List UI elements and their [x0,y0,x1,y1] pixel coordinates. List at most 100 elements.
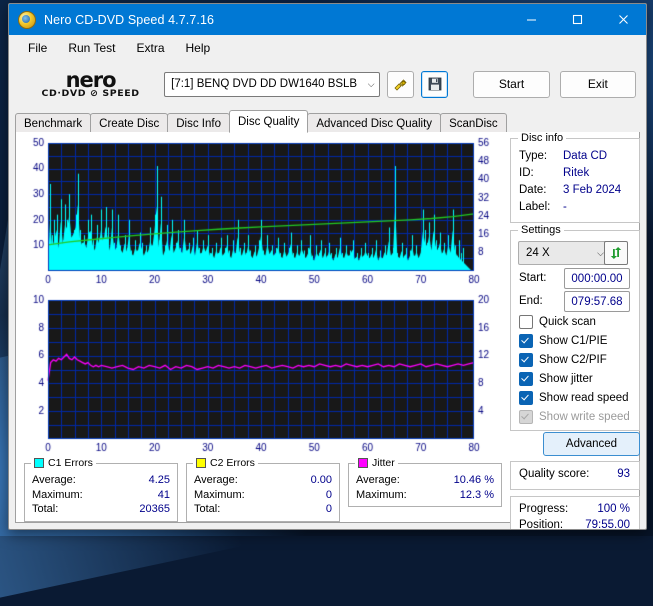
c1-errors-stats-box: C1 Errors Average: 4.25 Maximum: 41 Tota… [24,457,178,522]
tab-disc-info[interactable]: Disc Info [167,113,230,133]
speed-select-combobox[interactable]: 24 X ⌵ [518,241,609,265]
c2-average-label: Average: [194,474,238,486]
disc-id-label: ID: [519,167,534,179]
disc-quality-panel: C1 Errors Average: 4.25 Maximum: 41 Tota… [15,132,640,529]
menu-run-test[interactable]: Run Test [59,38,124,58]
tab-advanced-disc-quality[interactable]: Advanced Disc Quality [307,113,442,133]
tab-create-disc[interactable]: Create Disc [90,113,169,133]
menu-extra[interactable]: Extra [127,38,173,58]
show-write-speed-checkbox [519,410,533,424]
menu-file[interactable]: File [19,38,56,58]
c1-average-label: Average: [32,474,76,486]
title-bar: Nero CD-DVD Speed 4.7.7.16 [9,4,646,35]
tab-strip: Benchmark Create Disc Disc Info Disc Qua… [15,110,640,134]
c2-errors-title: C2 Errors [210,457,255,469]
c1-errors-title: C1 Errors [48,457,93,469]
disc-info-title: Disc info [518,132,567,144]
quality-score-label: Quality score: [519,468,590,480]
minimize-icon[interactable] [508,4,554,35]
show-jitter-checkbox-row[interactable]: Show jitter [519,372,593,386]
exit-button[interactable]: Exit [559,70,636,98]
disc-date-value: 3 Feb 2024 [563,184,622,196]
c1-maximum-value: 41 [157,488,170,501]
jitter-average-value: 10.46 % [453,474,494,486]
quick-scan-checkbox[interactable] [519,315,533,329]
c1-errors-legend: C1 Errors [31,457,96,469]
show-c2-pif-label: Show C2/PIF [539,354,607,366]
quick-scan-checkbox-row[interactable]: Quick scan [519,315,596,329]
jitter-stats-box: Jitter Average: 10.46 % Maximum: 12.3 % [348,457,502,507]
c2-maximum-label: Maximum: [194,488,245,501]
jitter-legend: Jitter [355,457,398,469]
show-c1-pie-checkbox-row[interactable]: Show C1/PIE [519,334,607,348]
drive-select-combobox[interactable]: [7:1] BENQ DVD DD DW1640 BSLB ⌵ [164,71,380,97]
disc-info-group: Disc info Type: Data CD ID: Ritek Date: … [510,132,640,223]
c1-total-row: Total: 20365 [25,502,177,517]
position-value: 79:55.00 [585,519,630,530]
disc-date-label: Date: [519,184,547,196]
show-c2-pif-checkbox[interactable] [519,353,533,367]
speed-select-value: 24 X [526,247,550,259]
window-title: Nero CD-DVD Speed 4.7.7.16 [44,12,215,27]
window-controls [508,4,646,35]
tab-disc-quality[interactable]: Disc Quality [229,110,309,133]
jitter-title: Jitter [372,457,395,469]
menu-help[interactable]: Help [177,38,220,58]
c2-maximum-value: 0 [325,488,332,501]
disc-label-value: - [563,201,567,213]
disc-label-label: Label: [519,201,551,213]
maximize-icon[interactable] [554,4,600,35]
show-jitter-checkbox[interactable] [519,372,533,386]
c2-errors-stats-box: C2 Errors Average: 0.00 Maximum: 0 Total… [186,457,340,522]
jitter-color-swatch [358,458,368,468]
settings-group: Settings 24 X ⌵ Start: 000:00.00 End: 07… [510,224,640,431]
tab-scandisc[interactable]: ScanDisc [440,113,507,133]
drive-select-value: [7:1] BENQ DVD DD DW1640 BSLB [171,78,358,90]
c2-total-value: 0 [325,503,332,515]
nero-logo: nero CD·DVD ⊘ SPEED [27,69,154,99]
c1-average-row: Average: 4.25 [25,473,177,488]
close-icon[interactable] [600,4,646,35]
show-read-speed-checkbox[interactable] [519,391,533,405]
status-group: Progress: 100 % Position: 79:55.00 Speed… [510,496,640,530]
menu-bar: File Run Test Extra Help [9,35,646,61]
disc-id-value: Ritek [563,167,590,179]
quick-scan-label: Quick scan [539,316,596,328]
c2-average-value: 0.00 [310,474,332,486]
toolbar: nero CD·DVD ⊘ SPEED [7:1] BENQ DVD DD DW… [9,61,646,107]
c2-color-swatch [196,458,206,468]
settings-title: Settings [518,224,564,236]
progress-value: 100 % [597,503,630,515]
jitter-maximum-label: Maximum: [356,488,407,501]
show-write-speed-checkbox-row: Show write speed [519,410,630,424]
nero-cd-dvd-speed-window: Nero CD-DVD Speed 4.7.7.16 File Run Test… [8,3,647,530]
nero-disc-icon [18,10,36,29]
c1-total-value: 20365 [139,503,170,515]
start-button[interactable]: Start [473,70,550,98]
advanced-button[interactable]: Advanced [543,432,640,456]
c1-maximum-label: Maximum: [32,488,83,501]
clamp-icon-button[interactable] [386,70,414,98]
show-read-speed-checkbox-row[interactable]: Show read speed [519,391,629,405]
c1-error-chart-canvas [20,135,508,289]
show-read-speed-label: Show read speed [539,392,629,404]
chevron-down-icon: ⌵ [367,78,375,89]
save-icon-button[interactable] [420,70,449,98]
c1-total-label: Total: [32,503,59,515]
refresh-arrows-icon-button[interactable] [604,241,628,265]
end-time-label: End: [519,295,543,307]
tab-benchmark[interactable]: Benchmark [15,113,92,133]
show-c1-pie-label: Show C1/PIE [539,335,608,347]
jitter-maximum-value: 12.3 % [459,488,494,501]
logo-subtitle-text: CD·DVD ⊘ SPEED [41,87,140,99]
show-c2-pif-checkbox-row[interactable]: Show C2/PIF [519,353,607,367]
start-time-field[interactable]: 000:00.00 [564,268,630,289]
show-jitter-label: Show jitter [539,373,593,385]
show-c1-pie-checkbox[interactable] [519,334,533,348]
jitter-chart-canvas [20,292,508,457]
end-time-field[interactable]: 079:57.68 [564,291,630,312]
c2-total-row: Total: 0 [187,502,339,517]
disc-type-label: Type: [519,150,548,162]
position-label: Position: [519,519,564,530]
jitter-average-row: Average: 10.46 % [349,473,501,488]
